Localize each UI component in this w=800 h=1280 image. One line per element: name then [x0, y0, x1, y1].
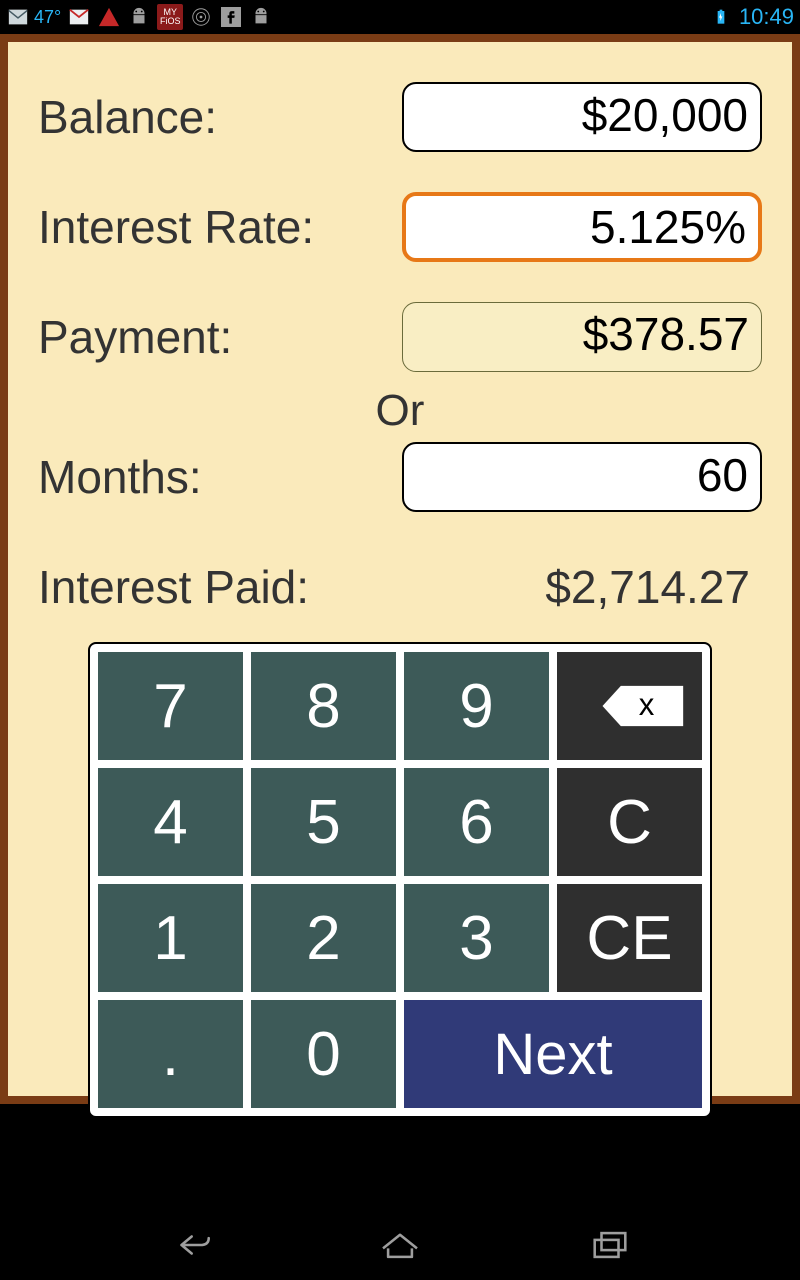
app-surface: Balance: $20,000 Interest Rate: 5.125% P… — [8, 42, 792, 1096]
warning-icon — [97, 5, 121, 29]
navigation-bar — [0, 1210, 800, 1280]
rate-label: Interest Rate: — [38, 200, 400, 254]
battery-charging-icon — [709, 5, 733, 29]
key-6[interactable]: 6 — [404, 768, 549, 876]
interest-paid-value: $2,714.27 — [400, 560, 762, 614]
interest-paid-row: Interest Paid: $2,714.27 — [38, 532, 762, 642]
nav-home-button[interactable] — [370, 1225, 430, 1265]
interest-paid-label: Interest Paid: — [38, 560, 400, 614]
temperature-text: 47° — [34, 7, 61, 28]
rate-input[interactable]: 5.125% — [402, 192, 762, 262]
key-clear-entry[interactable]: CE — [557, 884, 702, 992]
key-next[interactable]: Next — [404, 1000, 702, 1108]
key-5[interactable]: 5 — [251, 768, 396, 876]
key-3[interactable]: 3 — [404, 884, 549, 992]
key-8[interactable]: 8 — [251, 652, 396, 760]
months-label: Months: — [38, 450, 400, 504]
android-icon — [127, 5, 151, 29]
rate-row: Interest Rate: 5.125% — [38, 172, 762, 282]
key-7[interactable]: 7 — [98, 652, 243, 760]
nav-recent-button[interactable] — [580, 1225, 640, 1265]
form-area: Balance: $20,000 Interest Rate: 5.125% P… — [8, 42, 792, 642]
balance-label: Balance: — [38, 90, 400, 144]
status-bar-right: 10:49 — [709, 4, 794, 30]
key-0[interactable]: 0 — [251, 1000, 396, 1108]
backspace-x-icon: x — [638, 687, 654, 722]
payment-input[interactable]: $378.57 — [402, 302, 762, 372]
key-2[interactable]: 2 — [251, 884, 396, 992]
payment-label: Payment: — [38, 310, 400, 364]
key-4[interactable]: 4 — [98, 768, 243, 876]
app-frame: Balance: $20,000 Interest Rate: 5.125% P… — [0, 34, 800, 1104]
mail-icon — [6, 5, 30, 29]
balance-input[interactable]: $20,000 — [402, 82, 762, 152]
clock-text: 10:49 — [739, 4, 794, 30]
keypad: 7 8 9 x 4 5 6 C 1 2 3 CE . 0 Next — [88, 642, 712, 1118]
key-9[interactable]: 9 — [404, 652, 549, 760]
target-icon — [189, 5, 213, 29]
months-input[interactable]: 60 — [402, 442, 762, 512]
nav-back-button[interactable] — [160, 1225, 220, 1265]
or-label: Or — [38, 386, 762, 432]
key-clear[interactable]: C — [557, 768, 702, 876]
key-backspace[interactable]: x — [557, 652, 702, 760]
payment-row: Payment: $378.57 — [38, 282, 762, 392]
status-bar-left: 47° MY FiOS — [6, 4, 273, 30]
months-row: Months: 60 — [38, 432, 762, 522]
gmail-icon — [67, 5, 91, 29]
keypad-container: 7 8 9 x 4 5 6 C 1 2 3 CE . 0 Next — [88, 642, 712, 1118]
facebook-icon — [219, 5, 243, 29]
key-1[interactable]: 1 — [98, 884, 243, 992]
status-bar: 47° MY FiOS 10:49 — [0, 0, 800, 34]
android2-icon — [249, 5, 273, 29]
fios-icon: MY FiOS — [157, 4, 183, 30]
key-dot[interactable]: . — [98, 1000, 243, 1108]
balance-row: Balance: $20,000 — [38, 62, 762, 172]
